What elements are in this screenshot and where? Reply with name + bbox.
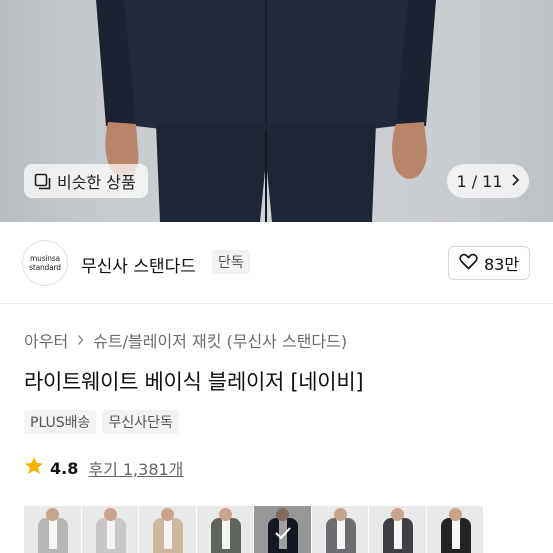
color-swatch[interactable] — [196, 506, 254, 553]
brand-logo[interactable]: musinsa standard — [22, 240, 68, 286]
model-head — [218, 508, 232, 521]
model-head — [391, 508, 404, 521]
color-swatch[interactable] — [311, 506, 369, 553]
product-image[interactable]: 비슷한 상품 1 / 11 — [0, 0, 553, 222]
tag-plus-delivery: PLUS배송 — [24, 410, 97, 434]
review-count-link[interactable]: 후기 1,381개 — [88, 456, 183, 480]
check-icon — [275, 527, 291, 540]
model-head — [276, 508, 289, 521]
similar-products-label: 비슷한 상품 — [57, 173, 136, 192]
shirt-thumbnail — [336, 519, 345, 549]
model-head — [103, 508, 117, 521]
breadcrumb-item-category[interactable]: 슈트/블레이저 재킷 (무신사 스탠다드) — [93, 328, 347, 352]
star-icon — [24, 456, 44, 480]
similar-products-button[interactable]: 비슷한 상품 — [24, 164, 148, 198]
brand-name[interactable]: 무신사 스탠다드 — [81, 252, 196, 277]
shirt-thumbnail — [49, 519, 57, 549]
like-button[interactable]: 83만 — [448, 246, 530, 280]
color-options — [24, 506, 484, 553]
product-title: 라이트웨이트 베이식 블레이저 [네이비] — [24, 370, 364, 394]
color-swatch[interactable] — [81, 506, 139, 553]
color-swatch[interactable] — [139, 506, 197, 553]
heart-icon — [459, 253, 478, 274]
shirt-thumbnail — [394, 519, 402, 549]
shirt-thumbnail — [164, 519, 172, 549]
color-swatch[interactable] — [254, 506, 312, 553]
image-counter[interactable]: 1 / 11 — [447, 164, 529, 198]
shirt-thumbnail — [106, 519, 115, 549]
image-counter-text: 1 / 11 — [456, 171, 503, 191]
breadcrumb: 아우터 슈트/블레이저 재킷 (무신사 스탠다드) — [24, 328, 347, 352]
model-head — [46, 508, 59, 521]
tag-list: PLUS배송 무신사단독 — [24, 410, 179, 434]
shirt-thumbnail — [451, 519, 460, 549]
model-head — [448, 508, 462, 521]
color-swatch[interactable] — [426, 506, 484, 553]
tag-musinsa-exclusive: 무신사단독 — [102, 410, 179, 434]
shirt-thumbnail — [221, 519, 230, 549]
chevron-right-icon — [511, 172, 520, 191]
copy-icon — [34, 173, 51, 190]
rating-row[interactable]: 4.8 후기 1,381개 — [24, 456, 183, 480]
model-head — [333, 508, 347, 521]
brand-logo-line1: musinsa — [30, 254, 60, 263]
model-head — [161, 508, 174, 521]
chevron-right-icon — [77, 331, 84, 350]
brand-logo-line2: standard — [29, 263, 61, 272]
breadcrumb-item-outer[interactable]: 아우터 — [24, 328, 68, 352]
color-swatch[interactable] — [369, 506, 427, 553]
rating-score: 4.8 — [50, 458, 79, 478]
color-swatch[interactable] — [24, 506, 82, 553]
exclusive-badge: 단독 — [212, 250, 250, 274]
like-count: 83만 — [483, 255, 520, 274]
